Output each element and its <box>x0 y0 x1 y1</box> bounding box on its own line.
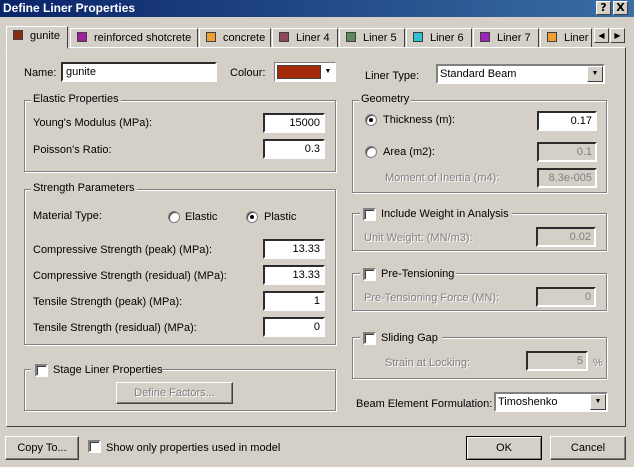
unit-weight-label: Unit Weight: (MN/m3): <box>364 232 473 244</box>
thickness-input[interactable]: 0.17 <box>537 111 597 131</box>
ok-button[interactable]: OK <box>466 436 542 460</box>
compressive-residual-label: Compressive Strength (residual) (MPa): <box>33 270 227 282</box>
cancel-button[interactable]: Cancel <box>550 436 626 460</box>
strain-locking-label: Strain at Locking: <box>385 357 470 369</box>
tensile-residual-label: Tensile Strength (residual) (MPa): <box>33 322 197 334</box>
pretension-checkbox[interactable] <box>363 268 376 281</box>
tab-liner-5[interactable]: Liner 5 <box>339 28 405 48</box>
colour-label: Colour: <box>230 67 266 79</box>
name-label: Name: <box>24 67 57 79</box>
liner-tabs: gunite reinforced shotcrete concrete Lin… <box>6 26 626 49</box>
color-swatch-icon <box>480 32 490 42</box>
show-only-used-label: Show only properties used in model <box>106 442 281 454</box>
help-button[interactable]: ? <box>596 1 611 15</box>
elastic-radio[interactable] <box>168 211 180 223</box>
strength-parameters-group: Strength Parameters Material Type: Elast… <box>24 182 336 345</box>
youngs-modulus-label: Young's Modulus (MPa): <box>33 117 153 129</box>
include-weight-checkbox[interactable] <box>363 208 376 221</box>
plastic-radio-label: Plastic <box>264 211 297 223</box>
pretension-header: Pre-Tensioning <box>360 266 456 282</box>
chevron-down-icon[interactable]: ▼ <box>587 66 603 82</box>
show-only-used-checkbox[interactable] <box>88 440 101 453</box>
beam-formulation-select[interactable]: Timoshenko ▼ <box>494 392 608 412</box>
area-input[interactable]: 0.1 <box>537 142 597 162</box>
geometry-title: Geometry <box>359 93 412 105</box>
liner-type-label: Liner Type: <box>365 70 420 82</box>
tab-scroll-left-icon[interactable]: ◀ <box>594 28 609 43</box>
strength-parameters-title: Strength Parameters <box>31 182 137 194</box>
tensile-residual-input[interactable]: 0 <box>263 317 325 337</box>
name-input[interactable]: gunite <box>61 62 217 82</box>
compressive-residual-input[interactable]: 13.33 <box>263 265 325 285</box>
tab-liner-7[interactable]: Liner 7 <box>473 28 539 48</box>
elastic-radio-label: Elastic <box>185 211 218 223</box>
moment-of-inertia-input[interactable]: 8.3e-005 <box>537 168 597 188</box>
sliding-gap-checkbox[interactable] <box>363 332 376 345</box>
window-title: Define Liner Properties <box>3 1 136 15</box>
strain-locking-input[interactable]: 5 <box>526 351 588 371</box>
material-type-label: Material Type: <box>33 210 102 222</box>
pretension-force-input[interactable]: 0 <box>536 287 596 307</box>
chevron-down-icon[interactable]: ▼ <box>590 394 606 410</box>
colour-picker[interactable]: ▼ <box>274 62 336 82</box>
tab-liner-8[interactable]: Liner <box>540 28 592 48</box>
sliding-gap-header: Sliding Gap <box>360 330 442 346</box>
color-swatch-icon <box>346 32 356 42</box>
tensile-peak-input[interactable]: 1 <box>263 291 325 311</box>
include-weight-label: Include Weight in Analysis <box>381 208 509 220</box>
stage-liner-checkbox[interactable] <box>35 364 48 377</box>
stage-liner-header: Stage Liner Properties <box>31 362 163 378</box>
colour-swatch <box>277 65 321 79</box>
close-button[interactable]: X <box>613 1 628 15</box>
tab-gunite[interactable]: gunite <box>6 26 68 49</box>
sliding-gap-label: Sliding Gap <box>381 332 438 344</box>
compressive-peak-label: Compressive Strength (peak) (MPa): <box>33 244 213 256</box>
thickness-radio[interactable] <box>365 114 377 126</box>
define-factors-button[interactable]: Define Factors... <box>116 382 233 404</box>
weight-header: Include Weight in Analysis <box>360 206 512 222</box>
copy-to-button[interactable]: Copy To... <box>5 436 79 460</box>
plastic-radio[interactable] <box>246 211 258 223</box>
elastic-properties-group: Elastic Properties Young's Modulus (MPa)… <box>24 93 336 172</box>
area-radio[interactable] <box>365 146 377 158</box>
chevron-down-icon: ▼ <box>324 68 332 75</box>
color-swatch-icon <box>77 32 87 42</box>
title-bar: Define Liner Properties <box>0 0 634 17</box>
poissons-ratio-input[interactable]: 0.3 <box>263 139 325 159</box>
tab-scroll-right-icon[interactable]: ▶ <box>610 28 625 43</box>
color-swatch-icon <box>547 32 557 42</box>
area-label: Area (m2): <box>383 146 435 158</box>
geometry-group: Geometry Thickness (m): 0.17 Area (m2): … <box>352 93 607 193</box>
elastic-properties-title: Elastic Properties <box>31 93 121 105</box>
tab-liner-6[interactable]: Liner 6 <box>406 28 472 48</box>
youngs-modulus-input[interactable]: 15000 <box>263 113 325 133</box>
color-swatch-icon <box>206 32 216 42</box>
tensile-peak-label: Tensile Strength (peak) (MPa): <box>33 296 183 308</box>
color-swatch-icon <box>279 32 289 42</box>
color-swatch-icon <box>13 30 23 40</box>
stage-liner-label: Stage Liner Properties <box>53 364 163 376</box>
poissons-ratio-label: Poisson's Ratio: <box>33 144 112 156</box>
compressive-peak-input[interactable]: 13.33 <box>263 239 325 259</box>
unit-weight-input[interactable]: 0.02 <box>536 227 596 247</box>
tab-reinforced-shotcrete[interactable]: reinforced shotcrete <box>70 28 198 48</box>
beam-formulation-label: Beam Element Formulation: <box>356 398 493 410</box>
color-swatch-icon <box>413 32 423 42</box>
pretension-label: Pre-Tensioning <box>381 268 455 280</box>
thickness-label: Thickness (m): <box>383 114 456 126</box>
pretension-force-label: Pre-Tensioning Force (MN): <box>364 292 500 304</box>
percent-unit-label: % <box>593 357 603 369</box>
tab-liner-4[interactable]: Liner 4 <box>272 28 338 48</box>
liner-type-select[interactable]: Standard Beam ▼ <box>436 64 605 84</box>
tab-concrete[interactable]: concrete <box>199 28 271 48</box>
moment-of-inertia-label: Moment of Inertia (m4): <box>385 172 500 184</box>
